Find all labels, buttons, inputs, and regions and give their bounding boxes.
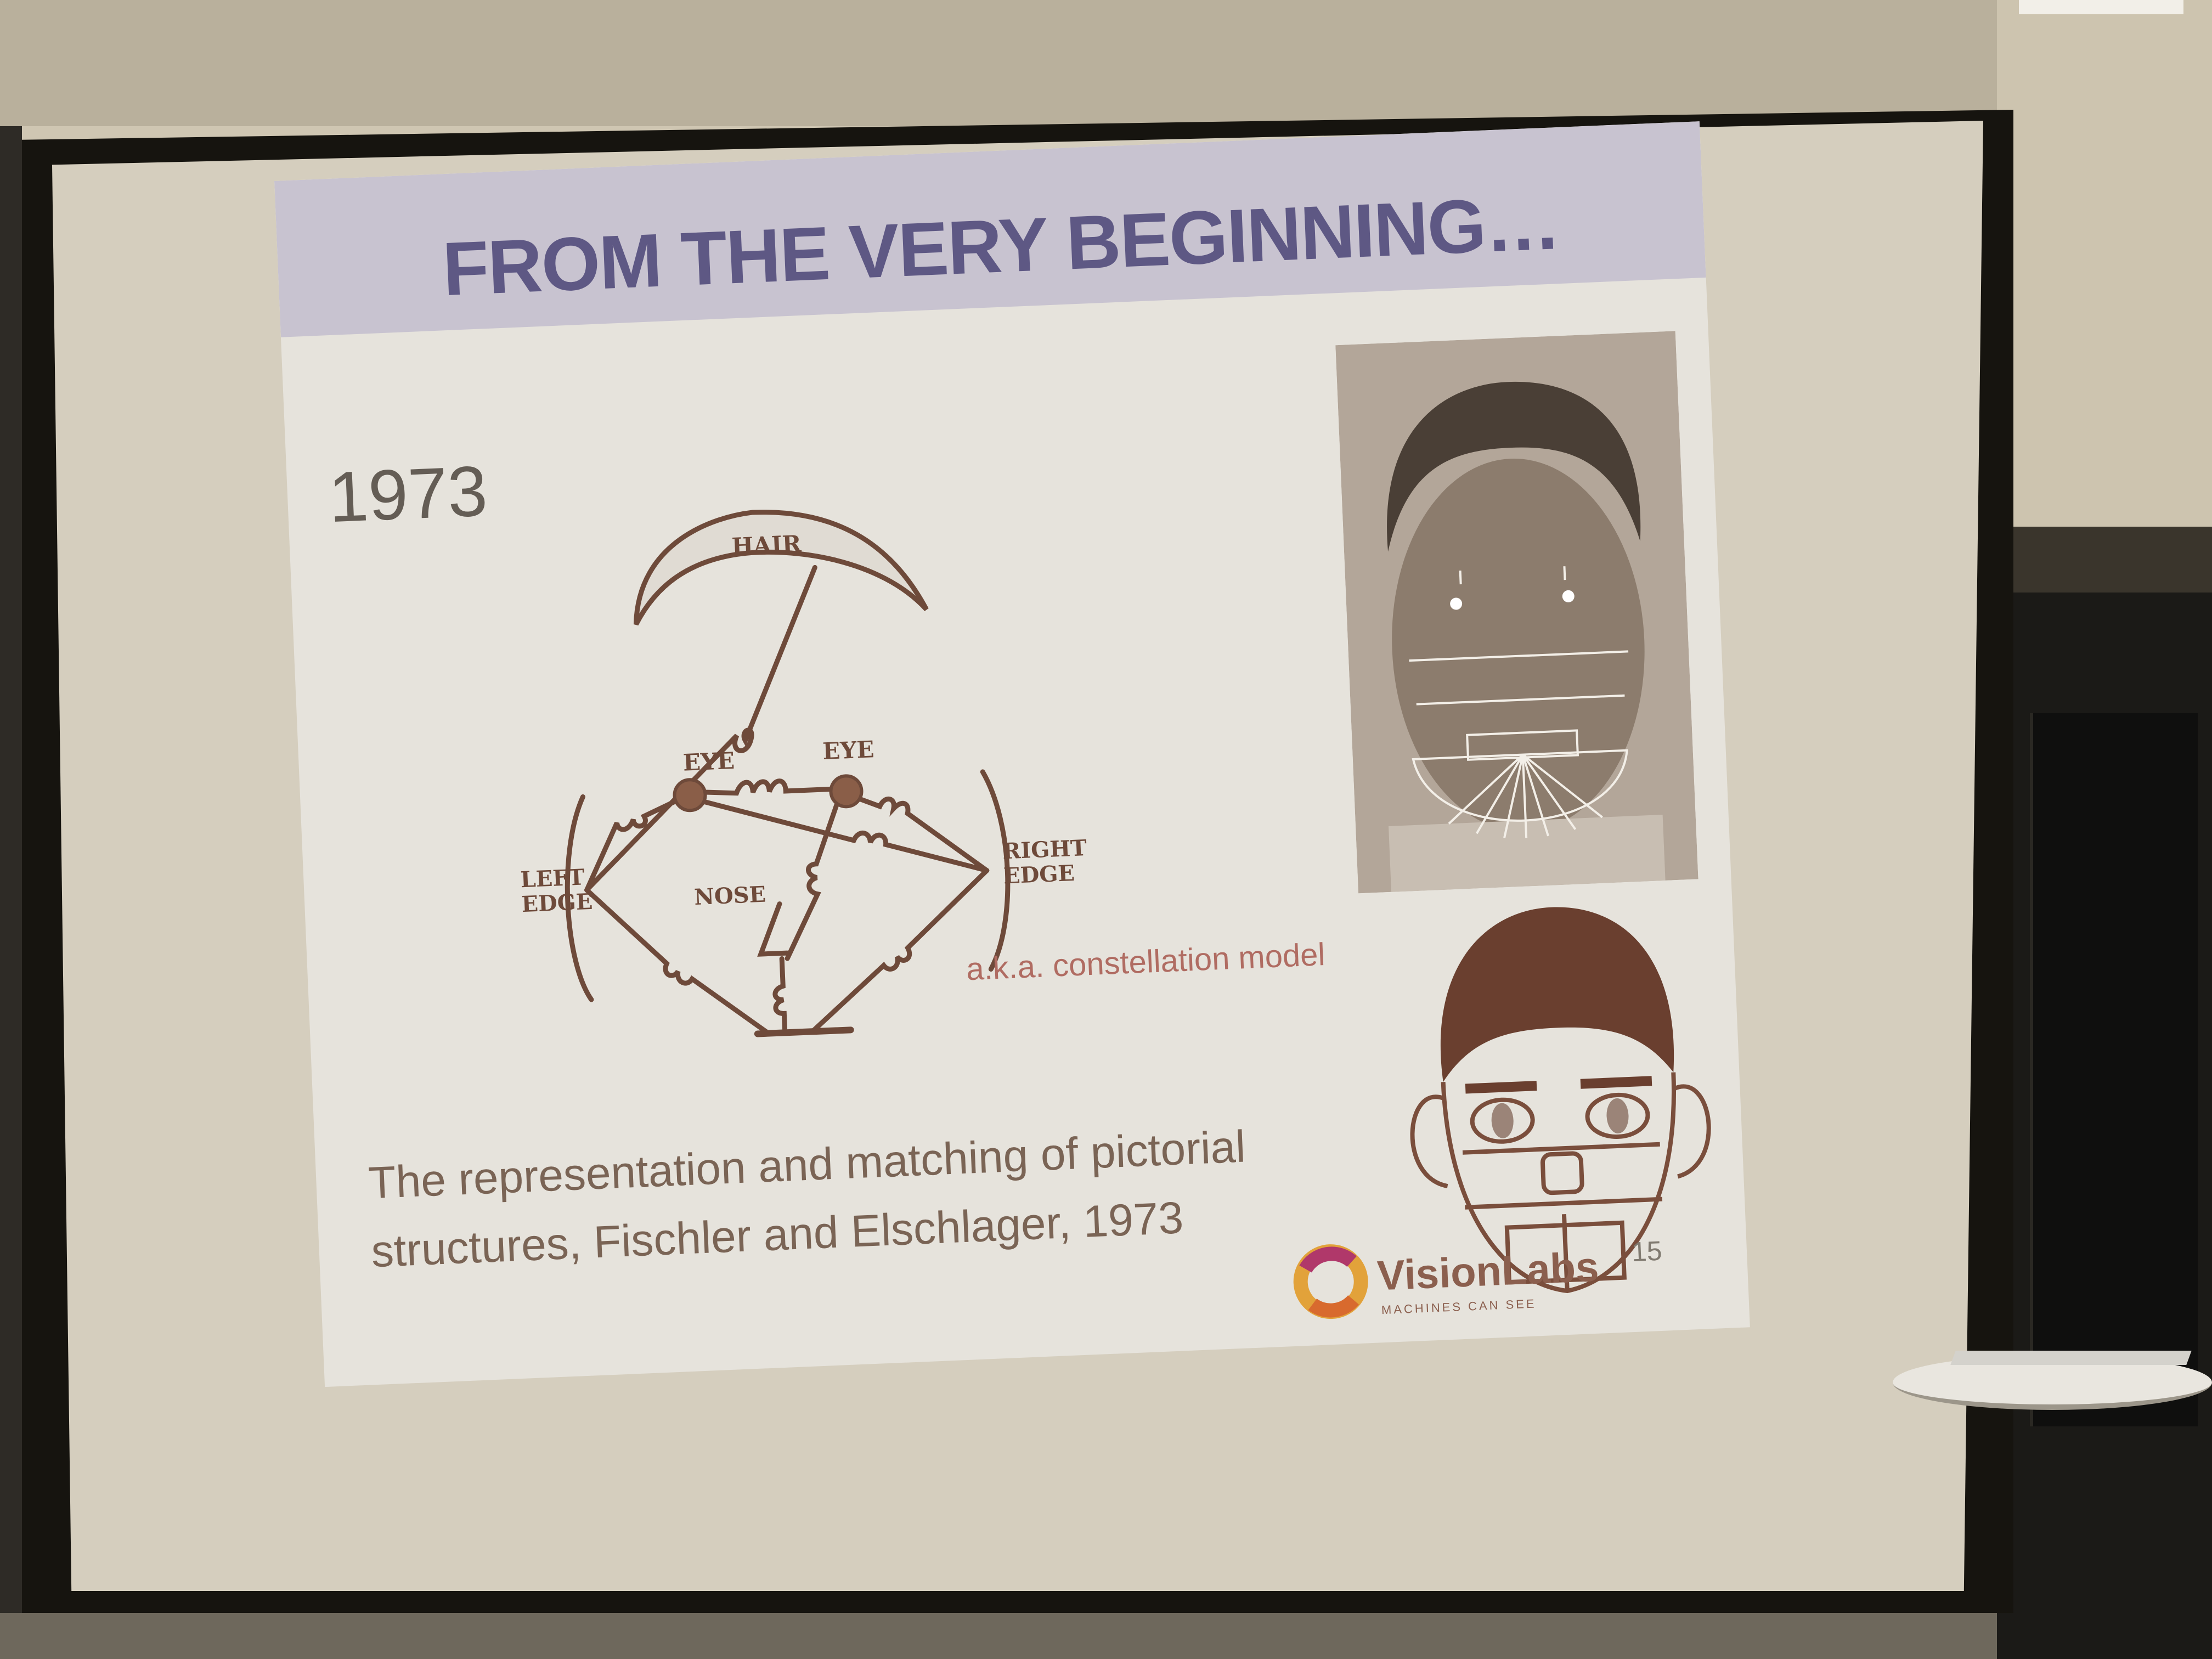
citation-caption: The representation and matching of picto… bbox=[367, 1121, 1247, 1277]
nose-shape bbox=[757, 901, 790, 957]
right-ear bbox=[1673, 1084, 1711, 1179]
visionlabs-logo-mark bbox=[1293, 1244, 1368, 1319]
logo-name: VisionLabs bbox=[1376, 1243, 1600, 1300]
right-eye-node bbox=[829, 774, 864, 809]
floor bbox=[0, 1613, 1997, 1659]
label-hair: HAIR bbox=[731, 530, 803, 560]
nose-box bbox=[1540, 1151, 1584, 1195]
dark-doorway bbox=[2030, 713, 2198, 1426]
ceiling bbox=[0, 0, 2212, 126]
mouth-bar bbox=[754, 1026, 854, 1037]
label-left-edge-2: EDGE bbox=[521, 889, 594, 917]
label-eye-right: EYE bbox=[822, 736, 874, 765]
wall-lamp bbox=[2019, 0, 2183, 14]
spring-hair-leftedge bbox=[584, 565, 817, 893]
slide: FROM THE VERY BEGINNING… 1973 HAIR EYE E… bbox=[274, 121, 1750, 1387]
laptop bbox=[1950, 1351, 2192, 1365]
page-number: 15 bbox=[1630, 1235, 1663, 1268]
wall-right bbox=[1997, 0, 2212, 527]
label-right-edge-1: RIGHT bbox=[1002, 835, 1087, 864]
label-eye-left: EYE bbox=[682, 747, 735, 776]
logo-tagline: MACHINES CAN SEE bbox=[1381, 1296, 1537, 1317]
label-nose: NOSE bbox=[693, 882, 766, 910]
label-mouth: MOUTH bbox=[747, 1039, 853, 1052]
slide-year: 1973 bbox=[327, 450, 489, 538]
spring-nose-mouth bbox=[772, 956, 788, 1035]
right-eyebrow bbox=[1580, 1076, 1652, 1089]
left-eye-node bbox=[673, 778, 707, 812]
left-eyebrow bbox=[1465, 1081, 1537, 1094]
spring-lefteye-righteye bbox=[695, 778, 838, 796]
wall-shadow bbox=[1997, 527, 2212, 592]
face-photo bbox=[1335, 331, 1699, 894]
wall-left bbox=[0, 126, 22, 1659]
visionlabs-logo: VisionLabs MACHINES CAN SEE bbox=[1290, 1226, 1600, 1335]
label-left-edge-1: LEFT bbox=[520, 864, 585, 893]
room-right bbox=[1997, 0, 2212, 1659]
left-ear bbox=[1410, 1094, 1448, 1188]
hair-shape bbox=[633, 510, 929, 626]
label-right-edge-2: EDGE bbox=[1003, 860, 1075, 889]
